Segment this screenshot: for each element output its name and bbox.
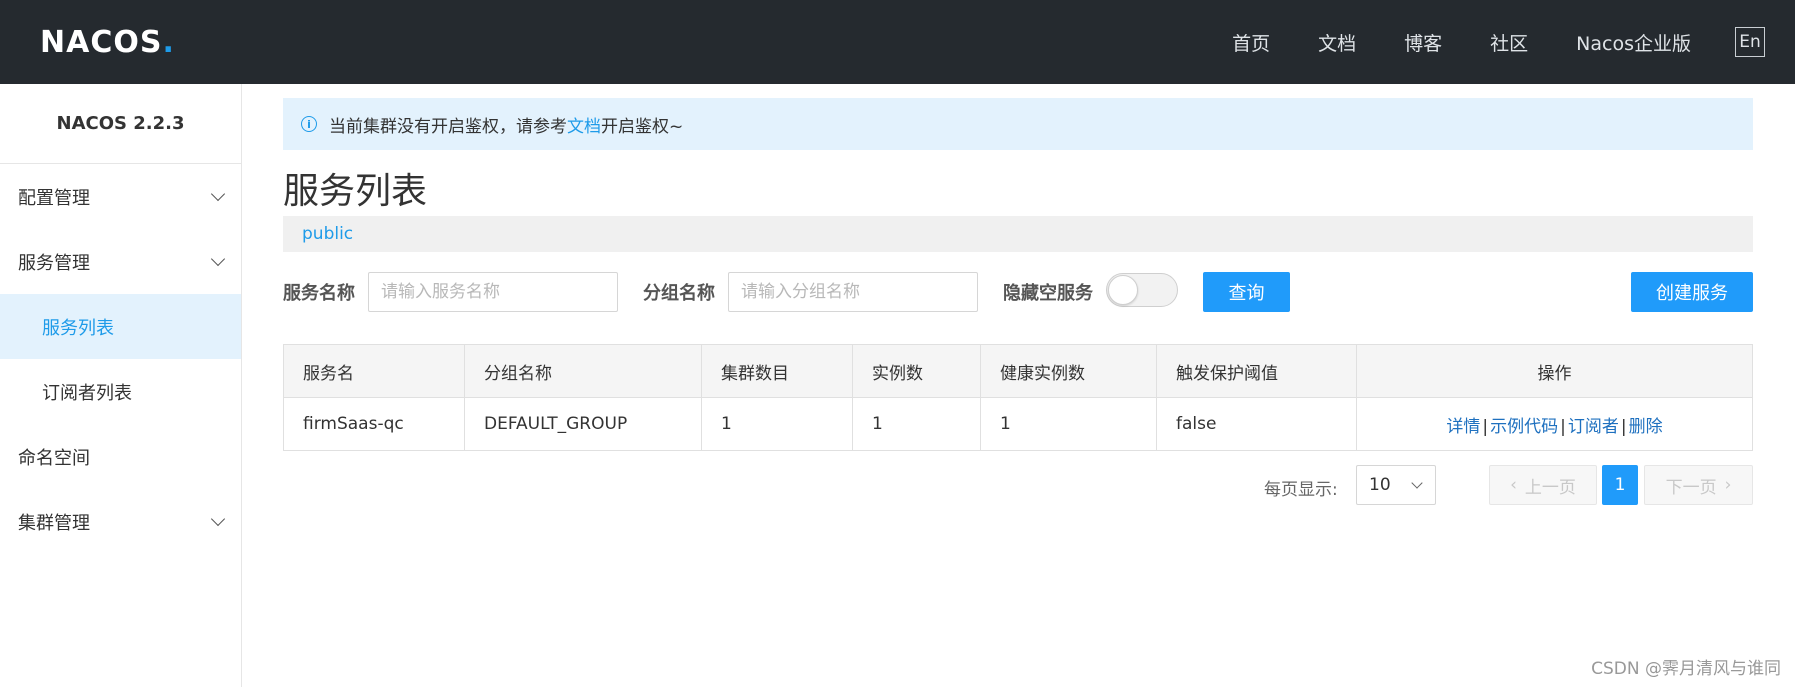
language-toggle-button[interactable]: En bbox=[1735, 27, 1765, 57]
service-name-input[interactable] bbox=[368, 272, 618, 312]
sidebar: NACOS 2.2.3 配置管理 服务管理 服务列表 订阅者列表 命名空间 集群… bbox=[0, 84, 242, 687]
subscribers-link[interactable]: 订阅者 bbox=[1568, 417, 1619, 437]
chevron-down-icon bbox=[210, 251, 226, 266]
chevron-down-icon bbox=[1411, 477, 1423, 489]
sidebar-item-namespace[interactable]: 命名空间 bbox=[0, 424, 241, 489]
separator: | bbox=[1482, 416, 1489, 437]
switch-knob bbox=[1108, 275, 1138, 305]
sidebar-item-label: 订阅者列表 bbox=[42, 382, 132, 404]
cell-instance-count: 1 bbox=[852, 397, 981, 451]
table-header-row: 服务名 分组名称 集群数目 实例数 健康实例数 触发保护阈值 操作 bbox=[283, 344, 1753, 398]
col-protect-threshold: 触发保护阈值 bbox=[1156, 344, 1357, 398]
auth-alert: i 当前集群没有开启鉴权，请参考 文档 开启鉴权~ bbox=[283, 98, 1753, 150]
page-title: 服务列表 bbox=[283, 171, 428, 212]
version-label: NACOS 2.2.3 bbox=[0, 84, 241, 164]
alert-text-before: 当前集群没有开启鉴权，请参考 bbox=[329, 116, 567, 137]
alert-docs-link[interactable]: 文档 bbox=[567, 112, 601, 137]
top-header: NACOS. 首页 文档 博客 社区 Nacos企业版 En bbox=[0, 0, 1795, 84]
query-button[interactable]: 查询 bbox=[1203, 272, 1290, 312]
col-group-name: 分组名称 bbox=[464, 344, 702, 398]
sidebar-item-config-management[interactable]: 配置管理 bbox=[0, 164, 241, 229]
next-page-label: 下一页 bbox=[1665, 477, 1717, 498]
prev-page-label: 上一页 bbox=[1524, 477, 1576, 498]
create-service-button[interactable]: 创建服务 bbox=[1631, 272, 1753, 312]
info-icon: i bbox=[301, 116, 317, 132]
cell-group-name: DEFAULT_GROUP bbox=[464, 397, 702, 451]
cell-operations: 详情 | 示例代码 | 订阅者 | 删除 bbox=[1356, 397, 1753, 451]
chevron-left-icon: ‹ bbox=[1510, 475, 1517, 495]
group-name-label: 分组名称 bbox=[643, 283, 715, 304]
sidebar-item-label: 集群管理 bbox=[18, 512, 90, 534]
sidebar-item-service-list[interactable]: 服务列表 bbox=[0, 294, 241, 359]
col-healthy-instances: 健康实例数 bbox=[980, 344, 1157, 398]
nacos-logo[interactable]: NACOS. bbox=[40, 22, 175, 62]
chevron-down-icon bbox=[210, 511, 226, 526]
nav-community[interactable]: 社区 bbox=[1490, 29, 1528, 56]
page-number-current[interactable]: 1 bbox=[1602, 465, 1638, 505]
col-operations: 操作 bbox=[1356, 344, 1753, 398]
chevron-right-icon: › bbox=[1724, 475, 1732, 495]
service-table: 服务名 分组名称 集群数目 实例数 健康实例数 触发保护阈值 操作 firmSa… bbox=[283, 344, 1753, 451]
sample-code-link[interactable]: 示例代码 bbox=[1490, 417, 1558, 437]
detail-link[interactable]: 详情 bbox=[1446, 417, 1480, 437]
page-size-select[interactable]: 10 bbox=[1356, 465, 1436, 505]
sidebar-item-service-management[interactable]: 服务管理 bbox=[0, 229, 241, 294]
col-instance-count: 实例数 bbox=[852, 344, 981, 398]
page-size-value: 10 bbox=[1369, 475, 1391, 495]
cell-service-name: firmSaas-qc bbox=[283, 397, 465, 451]
col-service-name: 服务名 bbox=[283, 344, 465, 398]
logo-text: NACOS bbox=[40, 24, 163, 60]
watermark: CSDN @霁月清风与谁同 bbox=[1591, 659, 1781, 679]
next-page-button[interactable]: 下一页 › bbox=[1644, 465, 1753, 505]
separator: | bbox=[1560, 416, 1566, 437]
cell-cluster-count: 1 bbox=[701, 397, 853, 451]
cell-healthy-instances: 1 bbox=[980, 397, 1157, 451]
sidebar-item-subscriber-list[interactable]: 订阅者列表 bbox=[0, 359, 241, 424]
sidebar-item-label: 命名空间 bbox=[18, 447, 90, 469]
delete-link[interactable]: 删除 bbox=[1629, 417, 1663, 437]
namespace-bar: public bbox=[283, 216, 1753, 252]
hide-empty-switch[interactable] bbox=[1106, 273, 1178, 307]
sidebar-item-cluster-management[interactable]: 集群管理 bbox=[0, 489, 241, 554]
page-size-label: 每页显示: bbox=[1264, 479, 1338, 500]
hide-empty-label: 隐藏空服务 bbox=[1003, 283, 1093, 304]
top-nav: 首页 文档 博客 社区 Nacos企业版 En bbox=[1232, 0, 1795, 84]
nav-home[interactable]: 首页 bbox=[1232, 29, 1270, 56]
namespace-public[interactable]: public bbox=[302, 224, 353, 244]
nav-enterprise[interactable]: Nacos企业版 bbox=[1576, 29, 1691, 56]
separator: | bbox=[1620, 416, 1627, 437]
chevron-down-icon bbox=[210, 186, 226, 201]
table-row: firmSaas-qc DEFAULT_GROUP 1 1 1 false 详情… bbox=[283, 397, 1753, 451]
sidebar-item-label: 服务管理 bbox=[18, 252, 90, 274]
sidebar-item-label: 配置管理 bbox=[18, 187, 90, 209]
search-form: 服务名称 分组名称 隐藏空服务 查询 创建服务 bbox=[283, 272, 1753, 312]
prev-page-button[interactable]: ‹ 上一页 bbox=[1489, 465, 1597, 505]
logo-dot: . bbox=[162, 24, 175, 60]
nav-blog[interactable]: 博客 bbox=[1404, 29, 1442, 56]
cell-protect-threshold: false bbox=[1156, 397, 1357, 451]
main-content: i 当前集群没有开启鉴权，请参考 文档 开启鉴权~ 服务列表 public 服务名称… bbox=[283, 84, 1753, 687]
col-cluster-count: 集群数目 bbox=[701, 344, 853, 398]
nav-docs[interactable]: 文档 bbox=[1318, 29, 1356, 56]
alert-text-after: 开启鉴权~ bbox=[601, 116, 684, 137]
group-name-input[interactable] bbox=[728, 272, 978, 312]
service-name-label: 服务名称 bbox=[283, 283, 355, 304]
sidebar-item-label: 服务列表 bbox=[42, 317, 114, 339]
